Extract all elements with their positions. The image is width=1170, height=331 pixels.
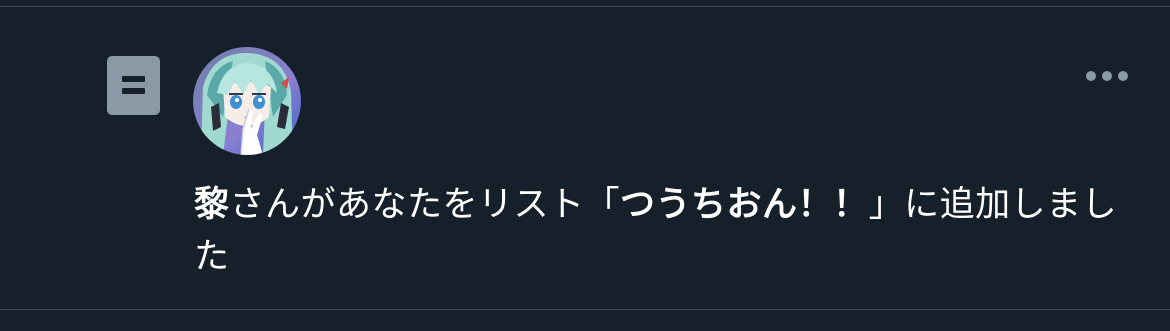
message-text: さんがあなたをリスト (229, 185, 585, 225)
list-icon (107, 56, 160, 115)
avatar[interactable] (193, 47, 301, 155)
more-horizontal-icon (1086, 71, 1096, 81)
user-name-link[interactable]: 黎 (194, 185, 230, 225)
list-icon-bar (122, 76, 145, 82)
avatar-image (193, 47, 301, 155)
list-icon-bar (122, 88, 145, 94)
notification-item[interactable]: 黎さんがあなたをリスト「つうちおん！！」に追加しました (0, 7, 1170, 309)
more-horizontal-icon (1118, 71, 1128, 81)
list-open-bracket: 「 (584, 185, 621, 225)
bottom-divider (0, 309, 1170, 310)
more-options-button[interactable] (1078, 59, 1136, 93)
list-close-bracket: 」 (868, 185, 905, 225)
more-horizontal-icon (1102, 71, 1112, 81)
notification-message: 黎さんがあなたをリスト「つうちおん！！」に追加しました (194, 179, 1134, 283)
list-name-link[interactable]: つうちおん！！ (620, 185, 869, 225)
